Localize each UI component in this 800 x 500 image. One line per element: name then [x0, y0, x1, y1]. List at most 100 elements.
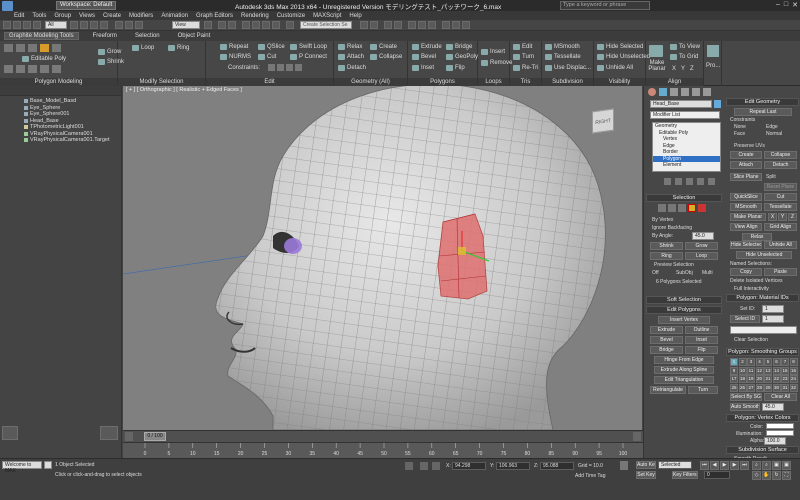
- pivot-center-icon[interactable]: [204, 21, 212, 29]
- smoothing-groups-rollout-header[interactable]: Polygon: Smoothing Groups: [726, 348, 799, 356]
- display-tab-icon[interactable]: [692, 88, 700, 96]
- quickslice-button[interactable]: QuickSlice: [730, 193, 762, 201]
- view-align-button[interactable]: View Align: [730, 223, 762, 231]
- make-planar-button[interactable]: Make Planar: [730, 213, 766, 221]
- fov-icon[interactable]: ◇: [752, 471, 761, 480]
- properties-icon[interactable]: [707, 45, 719, 57]
- tab-selection[interactable]: Selection: [131, 33, 164, 39]
- swift-loop-button[interactable]: Swift Loop: [290, 44, 327, 50]
- layer-manager-icon[interactable]: [384, 21, 392, 29]
- vertex-colors-rollout-header[interactable]: Polygon: Vertex Colors: [726, 414, 799, 422]
- menu-maxscript[interactable]: MAXScript: [313, 13, 341, 19]
- constraint-none-icon[interactable]: [268, 64, 275, 71]
- time-prev-icon[interactable]: [125, 432, 133, 441]
- turn-button[interactable]: Turn: [688, 386, 718, 394]
- attach-button[interactable]: Attach: [338, 54, 364, 60]
- scene-options-icon[interactable]: [100, 426, 118, 440]
- reset-plane-button[interactable]: Reset Plane: [764, 183, 797, 191]
- material-name-dropdown[interactable]: [730, 326, 797, 334]
- x-coordinate[interactable]: 94.298: [452, 462, 486, 470]
- vertex-mode-icon[interactable]: [4, 44, 13, 52]
- planar-y-button[interactable]: Y: [778, 213, 787, 221]
- create-button[interactable]: Create: [730, 151, 762, 159]
- maximize-viewport-icon[interactable]: ⛶: [782, 471, 791, 480]
- prev-frame-icon[interactable]: ◀: [710, 461, 719, 470]
- pan-icon[interactable]: ✋: [762, 471, 771, 480]
- angle-spinner[interactable]: 45.0: [692, 232, 714, 240]
- key-filters-button[interactable]: Key Filters...: [672, 471, 698, 479]
- tab-graphite-modeling[interactable]: Graphite Modeling Tools: [4, 32, 79, 40]
- set-id-spinner[interactable]: 1: [762, 305, 784, 313]
- remove-modifier-icon[interactable]: [697, 178, 704, 185]
- unlink-icon[interactable]: [33, 21, 41, 29]
- percent-snap-icon[interactable]: [262, 21, 270, 29]
- smoothing-group-button[interactable]: 12: [755, 366, 764, 375]
- to-view-button[interactable]: To View: [670, 44, 700, 50]
- window-crossing-icon[interactable]: [100, 21, 108, 29]
- smoothing-group-button[interactable]: 1: [730, 358, 738, 366]
- constraint-edge-icon[interactable]: [277, 64, 284, 71]
- clear-all-button[interactable]: Clear All: [764, 393, 797, 401]
- to-grid-button[interactable]: To Grid: [670, 54, 698, 60]
- ring-button[interactable]: Ring: [650, 252, 683, 260]
- retriangulate-button[interactable]: Retriangulate: [650, 386, 686, 394]
- smoothing-group-button[interactable]: 3: [747, 358, 755, 366]
- ribbon-group-label[interactable]: Subdivision: [542, 78, 593, 86]
- planar-z-button[interactable]: Z: [788, 213, 797, 221]
- sel-border-icon[interactable]: [678, 204, 686, 212]
- smoothing-group-button[interactable]: 32: [789, 383, 798, 392]
- search-input[interactable]: Type a keyword or phrase: [560, 1, 650, 10]
- extrude-along-spline-button[interactable]: Extrude Along Spline: [654, 366, 714, 374]
- auto-smooth-spinner[interactable]: 45.0: [762, 403, 784, 411]
- constraint-none-radio[interactable]: None: [734, 124, 746, 130]
- sel-polygon-icon[interactable]: [688, 204, 696, 212]
- tessellate-button[interactable]: Tessellate: [764, 203, 797, 211]
- transform-mode-icon[interactable]: [432, 462, 440, 470]
- ref-coord-dropdown[interactable]: View: [172, 21, 200, 29]
- workspace-dropdown[interactable]: Workspace: Default: [56, 1, 117, 10]
- keyboard-shortcut-icon[interactable]: [228, 21, 236, 29]
- sel-edge-icon[interactable]: [668, 204, 676, 212]
- constraint-face-icon[interactable]: [286, 64, 293, 71]
- tab-freeform[interactable]: Freeform: [89, 33, 121, 39]
- sel-element-icon[interactable]: [698, 204, 706, 212]
- scene-item[interactable]: VRayPhysicalCamera001.Target: [0, 137, 122, 144]
- full-interactivity-checkbox[interactable]: Full Interactivity: [734, 286, 769, 292]
- angle-snap-icon[interactable]: [252, 21, 260, 29]
- planar-x-button[interactable]: X: [768, 213, 777, 221]
- ribbon-group-label[interactable]: Modify Selection: [118, 78, 205, 86]
- auto-smooth-button[interactable]: Auto Smooth: [730, 403, 760, 411]
- ignore-backfacing-checkbox[interactable]: Ignore Backfacing: [652, 225, 692, 231]
- shrink-button[interactable]: Shrink: [650, 242, 683, 250]
- motion-tab-icon[interactable]: [681, 88, 689, 96]
- nurms-toggle-icon[interactable]: [4, 65, 13, 73]
- viewport-orthographic[interactable]: [123, 86, 642, 430]
- close-icon[interactable]: ✕: [792, 1, 798, 9]
- copy-button[interactable]: Copy: [730, 268, 762, 276]
- unhide-all-button[interactable]: Unhide All: [597, 65, 633, 71]
- cut-button[interactable]: Cut: [258, 54, 276, 60]
- element-mode-icon[interactable]: [52, 44, 61, 52]
- ribbon-group-label[interactable]: Loops: [478, 78, 509, 86]
- ribbon-group-label[interactable]: Tris: [510, 78, 541, 86]
- z-coordinate[interactable]: 95.088: [540, 462, 574, 470]
- configure-sets-icon[interactable]: [708, 178, 715, 185]
- smoothing-group-button[interactable]: 21: [764, 375, 772, 383]
- collapse-button[interactable]: Collapse: [764, 151, 797, 159]
- select-id-button[interactable]: Select ID: [730, 315, 760, 323]
- maxscript-listener[interactable]: Welcome to MAX: [2, 461, 42, 474]
- smoothing-group-button[interactable]: 16: [789, 366, 798, 375]
- relax-button[interactable]: Relax: [742, 233, 772, 241]
- menu-graph-editors[interactable]: Graph Editors: [196, 13, 233, 19]
- app-logo-icon[interactable]: [2, 0, 13, 11]
- viewcube[interactable]: RIGHT: [592, 108, 614, 134]
- link-icon[interactable]: [23, 21, 31, 29]
- orbit-icon[interactable]: ↻: [772, 471, 781, 480]
- ribbon-group-label[interactable]: Polygon Modeling: [0, 78, 117, 86]
- minimize-icon[interactable]: –: [776, 1, 780, 9]
- tab-object-paint[interactable]: Object Paint: [174, 33, 215, 39]
- modify-tab-icon[interactable]: [659, 88, 667, 96]
- tessellate-button[interactable]: Tessellate: [545, 54, 581, 60]
- smoothing-group-button[interactable]: 2: [738, 358, 747, 366]
- delete-isolated-checkbox[interactable]: Delete Isolated Vertices: [730, 278, 783, 284]
